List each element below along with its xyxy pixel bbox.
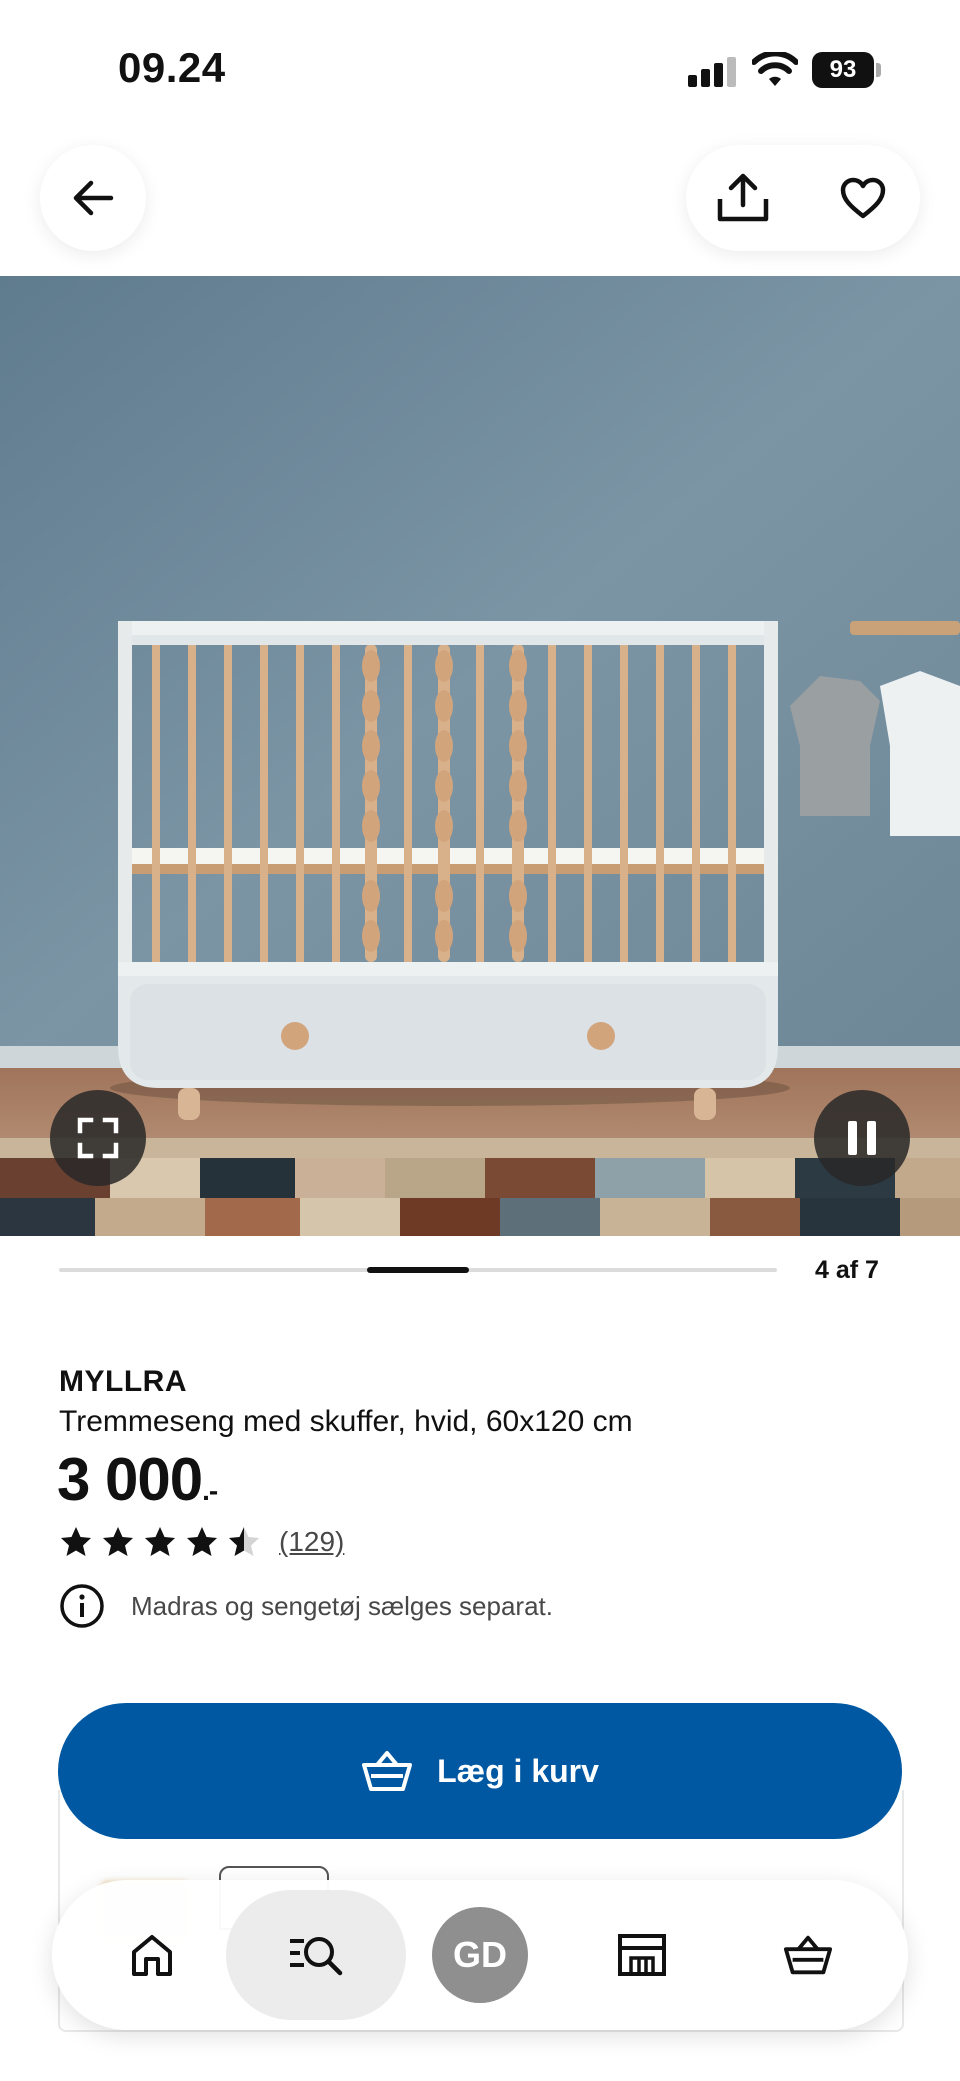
nav-store[interactable]	[592, 1880, 692, 2030]
share-icon	[717, 173, 769, 222]
status-time: 09.24	[118, 44, 226, 91]
nav-search[interactable]	[226, 1880, 406, 2030]
product-image[interactable]	[0, 276, 960, 1236]
add-to-cart-button[interactable]: Læg i kurv	[58, 1703, 902, 1839]
gallery-counter: 4 af 7	[815, 1256, 879, 1284]
gallery-progress	[59, 1267, 777, 1273]
pause-button[interactable]	[814, 1090, 910, 1186]
rating-stars	[59, 1525, 261, 1559]
product-description: Tremmeseng med skuffer, hvid, 60x120 cm	[59, 1405, 633, 1438]
search-list-icon	[290, 1937, 343, 1976]
battery-tip	[876, 63, 881, 77]
nav-home[interactable]	[102, 1880, 202, 2030]
favorite-button[interactable]	[828, 163, 898, 233]
cellular-signal-icon	[688, 57, 736, 87]
back-button[interactable]	[40, 145, 146, 251]
star-icon	[229, 1527, 259, 1556]
review-count-link[interactable]: (129)	[279, 1526, 344, 1558]
wifi-icon	[752, 52, 798, 86]
star-icon	[61, 1527, 91, 1556]
product-rating[interactable]: (129)	[59, 1525, 344, 1559]
product-price: 3 000.-	[57, 1445, 218, 1514]
price-suffix: .-	[202, 1475, 218, 1506]
product-actions	[686, 145, 920, 251]
arrow-left-icon	[73, 180, 114, 216]
status-bar: 09.24 93	[0, 0, 960, 140]
expand-icon	[77, 1117, 119, 1159]
heart-icon	[840, 177, 886, 219]
home-icon	[132, 1935, 172, 1976]
avatar: GD	[432, 1907, 528, 2003]
battery-indicator: 93	[812, 52, 881, 88]
add-to-cart-label: Læg i kurv	[437, 1752, 599, 1789]
battery-level: 93	[812, 52, 874, 88]
price-value: 3 000	[57, 1446, 203, 1513]
star-icon	[103, 1527, 133, 1556]
nav-basket[interactable]	[758, 1880, 858, 2030]
star-icon	[187, 1527, 217, 1556]
nav-profile[interactable]: GD	[430, 1880, 530, 2030]
bottom-navigation: GD	[52, 1880, 908, 2030]
store-icon	[618, 1934, 666, 1976]
star-icon	[145, 1527, 175, 1556]
fullscreen-button[interactable]	[50, 1090, 146, 1186]
product-notice: Madras og sengetøj sælges separat.	[59, 1582, 553, 1630]
share-button[interactable]	[708, 163, 778, 233]
basket-icon	[783, 1935, 833, 1975]
crib-illustration	[0, 276, 960, 1236]
gallery-progress-fill	[366, 1267, 470, 1273]
notice-text: Madras og sengetøj sælges separat.	[131, 1590, 553, 1621]
info-icon	[60, 1584, 104, 1628]
product-brand: MYLLRA	[59, 1365, 187, 1398]
pause-icon	[848, 1121, 876, 1155]
basket-icon	[362, 1751, 413, 1791]
